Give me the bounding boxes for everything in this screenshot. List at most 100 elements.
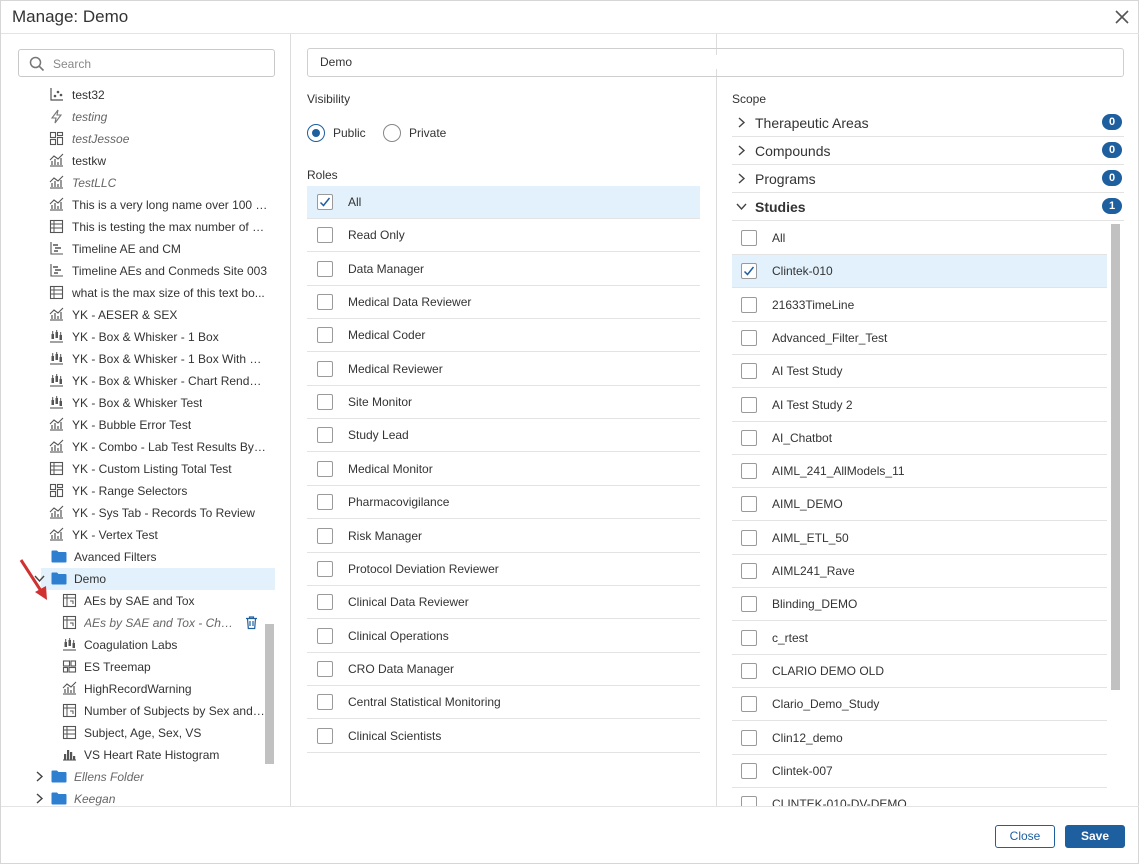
private-radio[interactable] <box>383 124 401 142</box>
tree-item[interactable]: testing <box>1 106 275 128</box>
study-checkbox[interactable] <box>741 263 757 280</box>
study-checkbox[interactable] <box>741 463 757 480</box>
study-row[interactable]: All <box>732 222 1107 255</box>
role-row[interactable]: Medical Coder <box>307 319 700 353</box>
role-checkbox[interactable] <box>317 560 333 577</box>
role-checkbox[interactable] <box>317 694 333 711</box>
study-row[interactable]: Clario_Demo_Study <box>732 688 1107 722</box>
study-row[interactable]: AIML_DEMO <box>732 488 1107 522</box>
role-checkbox[interactable] <box>317 460 333 477</box>
role-checkbox[interactable] <box>317 727 333 744</box>
tree-item[interactable]: YK - Box & Whisker - 1 Box <box>1 326 275 348</box>
study-checkbox[interactable] <box>741 429 757 446</box>
role-checkbox[interactable] <box>317 327 333 344</box>
close-icon[interactable] <box>1114 9 1130 25</box>
study-row[interactable]: AIML241_Rave <box>732 555 1107 588</box>
role-row[interactable]: Protocol Deviation Reviewer <box>307 553 700 586</box>
role-row[interactable]: Data Manager <box>307 253 700 286</box>
role-row[interactable]: Clinical Data Reviewer <box>307 586 700 620</box>
study-checkbox[interactable] <box>741 662 757 679</box>
study-row[interactable]: AIML_ETL_50 <box>732 522 1107 555</box>
study-checkbox[interactable] <box>741 496 757 513</box>
tree-item[interactable]: YK - Box & Whisker - Chart Render T... <box>1 370 275 392</box>
save-button[interactable]: Save <box>1065 825 1125 848</box>
tree-item[interactable]: testJessoe <box>1 128 275 150</box>
study-row[interactable]: CLINTEK-010-DV-DEMO <box>732 788 1107 807</box>
study-checkbox[interactable] <box>741 230 757 246</box>
role-checkbox[interactable] <box>317 227 333 244</box>
role-checkbox[interactable] <box>317 294 333 311</box>
role-row[interactable]: All <box>307 186 700 219</box>
role-checkbox[interactable] <box>317 527 333 544</box>
study-checkbox[interactable] <box>741 596 757 613</box>
role-checkbox[interactable] <box>317 360 333 377</box>
chevron-right-icon[interactable] <box>34 771 45 782</box>
role-checkbox[interactable] <box>317 627 333 644</box>
tree-item[interactable]: ES Treemap <box>1 656 275 678</box>
study-row[interactable]: AI Test Study 2 <box>732 389 1107 422</box>
tree-item[interactable]: HighRecordWarning <box>1 678 275 700</box>
role-checkbox[interactable] <box>317 494 333 511</box>
tree-item[interactable]: Timeline AE and CM <box>1 238 275 260</box>
role-row[interactable]: Pharmacovigilance <box>307 486 700 520</box>
role-checkbox[interactable] <box>317 660 333 677</box>
tree-item[interactable]: This is a very long name over 100 c... <box>1 194 275 216</box>
role-row[interactable]: CRO Data Manager <box>307 653 700 686</box>
study-checkbox[interactable] <box>741 296 757 313</box>
role-checkbox[interactable] <box>317 427 333 444</box>
tree-item[interactable]: YK - AESER & SEX <box>1 304 275 326</box>
study-checkbox[interactable] <box>741 696 757 713</box>
study-row[interactable]: c_rtest <box>732 622 1107 655</box>
study-row[interactable]: Blinding_DEMO <box>732 588 1107 622</box>
role-row[interactable]: Site Monitor <box>307 386 700 420</box>
tree-item[interactable]: YK - Sys Tab - Records To Review <box>1 502 275 524</box>
tree-item[interactable]: This is testing the max number of c... <box>1 216 275 238</box>
tree-item[interactable]: YK - Box & Whisker Test <box>1 392 275 414</box>
role-row[interactable]: Clinical Scientists <box>307 720 700 753</box>
tree-item[interactable]: test32 <box>1 84 275 106</box>
role-checkbox[interactable] <box>317 394 333 411</box>
tree-item[interactable]: TestLLC <box>1 172 275 194</box>
chevron-right-icon[interactable] <box>736 117 747 128</box>
tree-item[interactable]: testkw <box>1 150 275 172</box>
study-row[interactable]: CLARIO DEMO OLD <box>732 655 1107 688</box>
chevron-right-icon[interactable] <box>34 793 45 804</box>
role-checkbox[interactable] <box>317 260 333 277</box>
name-field[interactable] <box>307 48 1124 77</box>
tree-item[interactable]: YK - Combo - Lab Test Results By T... <box>1 436 275 458</box>
role-row[interactable]: Medical Reviewer <box>307 353 700 386</box>
study-row[interactable]: AIML_241_AllModels_11 <box>732 455 1107 489</box>
tree-item[interactable]: Coagulation Labs <box>1 634 275 656</box>
tree-scrollbar[interactable] <box>265 624 274 764</box>
scope-compounds[interactable]: Compounds 0 <box>732 137 1124 165</box>
study-row[interactable]: AI_Chatbot <box>732 422 1107 455</box>
tree-item[interactable]: Subject, Age, Sex, VS <box>1 722 275 744</box>
tree-item[interactable]: AEs by SAE and Tox - Chart <box>1 612 275 634</box>
chevron-right-icon[interactable] <box>736 173 747 184</box>
role-row[interactable]: Risk Manager <box>307 520 700 553</box>
study-checkbox[interactable] <box>741 729 757 746</box>
chevron-down-icon[interactable] <box>736 201 747 212</box>
scope-studies[interactable]: Studies 1 <box>732 193 1124 221</box>
folder-demo[interactable]: Demo <box>41 568 275 590</box>
role-row[interactable]: Central Statistical Monitoring <box>307 686 700 720</box>
studies-scrollbar[interactable] <box>1111 224 1120 690</box>
tree-item[interactable]: Timeline AEs and Conmeds Site 003 <box>1 260 275 282</box>
study-row[interactable]: AI Test Study <box>732 355 1107 389</box>
role-checkbox[interactable] <box>317 594 333 611</box>
role-row[interactable]: Medical Data Reviewer <box>307 286 700 320</box>
study-row[interactable]: 21633TimeLine <box>732 289 1107 322</box>
tree-item[interactable]: YK - Vertex Test <box>1 524 275 546</box>
search-input[interactable] <box>53 55 263 73</box>
study-checkbox[interactable] <box>741 563 757 579</box>
study-row[interactable]: Advanced_Filter_Test <box>732 322 1107 355</box>
study-checkbox[interactable] <box>741 363 757 380</box>
tree-item[interactable]: Number of Subjects by Sex and E... <box>1 700 275 722</box>
tree-item[interactable]: YK - Custom Listing Total Test <box>1 458 275 480</box>
folder-ellens[interactable]: Ellens Folder <box>1 766 275 788</box>
role-checkbox[interactable] <box>317 194 333 210</box>
study-checkbox[interactable] <box>741 329 757 346</box>
trash-icon[interactable] <box>244 615 259 630</box>
tree-item[interactable]: what is the max size of this text bo... <box>1 282 275 304</box>
role-row[interactable]: Read Only <box>307 219 700 253</box>
